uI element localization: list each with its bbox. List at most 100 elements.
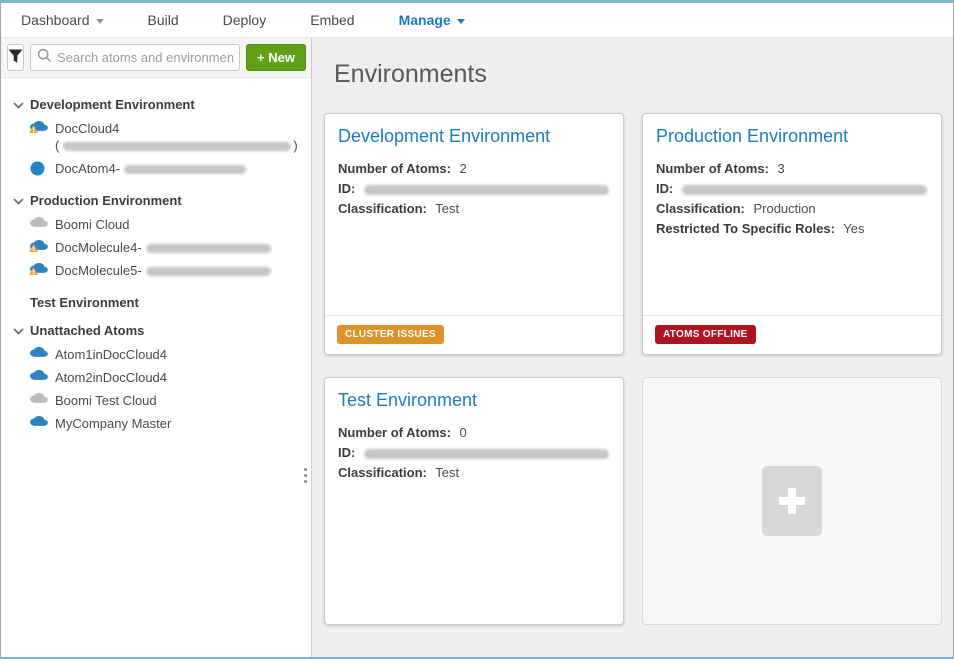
tree-section-test-environment: Test Environment xyxy=(13,295,303,310)
nav-item-label: Embed xyxy=(310,12,354,28)
tree-item-docmolecule5-[interactable]: DocMolecule5- xyxy=(30,259,303,282)
add-environment-card[interactable] xyxy=(642,377,942,625)
cloud-gray-icon xyxy=(30,217,48,230)
tree-item-label: DocMolecule4- xyxy=(55,239,271,256)
tree-item-id-line: () xyxy=(55,137,298,154)
tree-item-label: Atom2inDocCloud4 xyxy=(55,369,167,386)
redacted-id xyxy=(146,267,271,276)
field-label: ID: xyxy=(338,445,355,460)
top-navigation: Dashboard Build Deploy Embed Manage xyxy=(1,3,953,38)
tree-section-label: Development Environment xyxy=(30,97,195,112)
field-label: Restricted To Specific Roles: xyxy=(656,221,835,236)
field-value: Yes xyxy=(840,221,865,236)
cloud-gray-icon xyxy=(30,393,48,406)
field-label: ID: xyxy=(656,181,673,196)
tree-item-label: DocMolecule5- xyxy=(55,262,271,279)
new-button[interactable]: + New xyxy=(246,44,306,71)
tree-item-label: MyCompany Master xyxy=(55,415,171,432)
tree-item-label: Boomi Test Cloud xyxy=(55,392,157,409)
card-title-link[interactable]: Development Environment xyxy=(338,126,610,147)
card-field: Classification: Test xyxy=(338,199,610,219)
card-field: Number of Atoms: 3 xyxy=(656,159,928,179)
field-value: Test xyxy=(432,201,459,216)
nav-item-manage[interactable]: Manage xyxy=(399,12,465,28)
field-label: Number of Atoms: xyxy=(656,161,769,176)
field-value: 2 xyxy=(456,161,467,176)
sidebar-resize-handle[interactable] xyxy=(302,468,308,483)
tree-section-label: Unattached Atoms xyxy=(30,323,144,338)
warning-triangle-icon xyxy=(29,240,38,255)
add-environment-plus-icon[interactable] xyxy=(762,466,822,536)
card-body: Production Environment Number of Atoms: 3… xyxy=(643,114,941,315)
nav-item-dashboard[interactable]: Dashboard xyxy=(21,12,104,28)
warning-triangle-icon xyxy=(29,121,38,136)
field-label: ID: xyxy=(338,181,355,196)
app-window: Dashboard Build Deploy Embed Manage + New De… xyxy=(0,0,954,659)
card-body: Development Environment Number of Atoms: … xyxy=(325,114,623,315)
card-field: ID: xyxy=(656,179,928,199)
nav-item-build[interactable]: Build xyxy=(148,12,179,28)
card-field: ID: xyxy=(338,179,610,199)
nav-item-embed[interactable]: Embed xyxy=(310,12,354,28)
card-field: Number of Atoms: 2 xyxy=(338,159,610,179)
chevron-down-icon xyxy=(13,323,24,338)
tree-item-label: DocAtom4- xyxy=(55,160,246,177)
tree-section-label: Test Environment xyxy=(30,295,139,310)
search-box[interactable] xyxy=(30,44,240,71)
tree-item-label: Boomi Cloud xyxy=(55,216,129,233)
tree-item-boomi-cloud[interactable]: Boomi Cloud xyxy=(30,213,303,236)
environment-cards: Development Environment Number of Atoms: … xyxy=(324,113,937,625)
cloud-warning-icon xyxy=(30,121,48,134)
nav-item-label: Deploy xyxy=(223,12,267,28)
cloud-warning-icon xyxy=(30,263,48,276)
field-value: 0 xyxy=(456,425,467,440)
cloud-blue-icon xyxy=(30,347,48,360)
tree-section-development-environment[interactable]: Development Environment xyxy=(13,97,303,112)
environment-card-test-environment: Test Environment Number of Atoms: 0 ID: Cla… xyxy=(324,377,624,625)
chevron-down-icon xyxy=(13,193,24,208)
atoms-sidebar: + New Development Environment DocCloud4()… xyxy=(1,38,312,657)
warning-triangle-icon xyxy=(29,263,38,278)
environment-tree: Development Environment DocCloud4() DocAto… xyxy=(1,78,311,657)
status-badge: ATOMS OFFLINE xyxy=(655,325,756,344)
nav-item-deploy[interactable]: Deploy xyxy=(223,12,267,28)
redacted-id xyxy=(146,244,271,253)
card-footer: ATOMS OFFLINE xyxy=(643,315,941,354)
tree-item-atom2indoccloud4[interactable]: Atom2inDocCloud4 xyxy=(30,366,303,389)
environment-card-production-environment: Production Environment Number of Atoms: 3… xyxy=(642,113,942,355)
card-field: ID: xyxy=(338,443,610,463)
field-value: Production xyxy=(750,201,816,216)
environment-card-development-environment: Development Environment Number of Atoms: … xyxy=(324,113,624,355)
card-body: Test Environment Number of Atoms: 0 ID: Cla… xyxy=(325,378,623,624)
search-input[interactable] xyxy=(57,50,233,65)
filter-button[interactable] xyxy=(7,44,24,71)
tree-section-unattached-atoms[interactable]: Unattached Atoms xyxy=(13,323,303,338)
nav-item-label: Dashboard xyxy=(21,12,90,28)
card-footer: CLUSTER ISSUES xyxy=(325,315,623,354)
tree-item-doccloud4[interactable]: DocCloud4() xyxy=(30,117,303,157)
tree-item-docatom4-[interactable]: DocAtom4- xyxy=(30,157,303,180)
tree-item-atom1indoccloud4[interactable]: Atom1inDocCloud4 xyxy=(30,343,303,366)
tree-item-label: Atom1inDocCloud4 xyxy=(55,346,167,363)
nav-item-label: Manage xyxy=(399,12,451,28)
card-field: Number of Atoms: 0 xyxy=(338,423,610,443)
tree-item-boomi-test-cloud[interactable]: Boomi Test Cloud xyxy=(30,389,303,412)
main-panel: Environments Development EnvironmentNumb… xyxy=(312,38,953,657)
card-title-link[interactable]: Test Environment xyxy=(338,390,610,411)
card-title-link[interactable]: Production Environment xyxy=(656,126,928,147)
field-label: Classification: xyxy=(338,201,427,216)
cloud-blue-icon xyxy=(30,416,48,429)
field-label: Classification: xyxy=(656,201,745,216)
tree-section-production-environment[interactable]: Production Environment xyxy=(13,193,303,208)
tree-item-docmolecule4-[interactable]: DocMolecule4- xyxy=(30,236,303,259)
tree-item-mycompany-master[interactable]: MyCompany Master xyxy=(30,412,303,435)
tree-section-label: Production Environment xyxy=(30,193,182,208)
card-field: Classification: Production xyxy=(656,199,928,219)
chevron-down-icon xyxy=(13,97,24,112)
field-label: Classification: xyxy=(338,465,427,480)
nav-item-label: Build xyxy=(148,12,179,28)
card-field: Restricted To Specific Roles: Yes xyxy=(656,219,928,239)
caret-down-icon xyxy=(457,19,465,24)
tree-item-label: DocCloud4() xyxy=(55,120,298,154)
redacted-id xyxy=(364,185,609,195)
